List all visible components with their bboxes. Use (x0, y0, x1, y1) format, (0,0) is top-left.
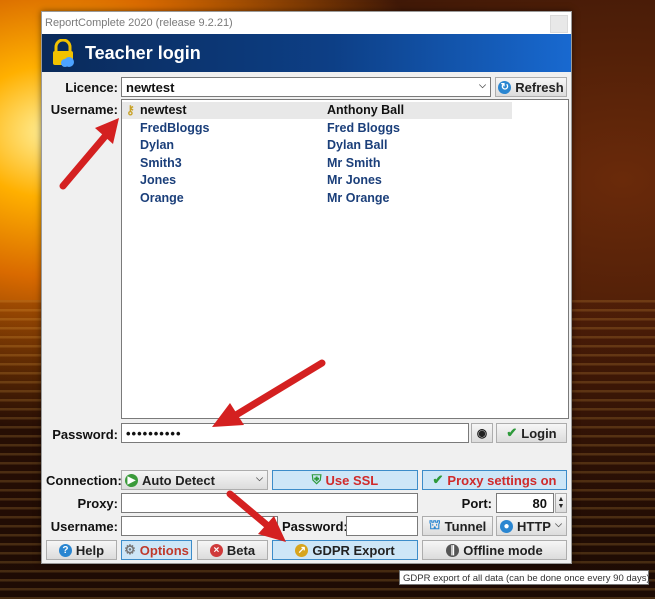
export-icon: ↗ (295, 543, 309, 557)
options-label: Options (139, 542, 189, 558)
tunnel-icon: ⛫ (428, 517, 441, 532)
user-fullname: Dylan Ball (327, 138, 388, 152)
username-label: Username: (50, 102, 118, 117)
login-label: Login (521, 425, 557, 441)
user-username: Smith3 (140, 156, 182, 170)
user-username: Orange (140, 191, 184, 205)
protocol-select[interactable]: ● HTTP ⌵ (496, 516, 567, 536)
help-label: Help (75, 542, 105, 558)
options-button[interactable]: ⚙ Options (121, 540, 192, 560)
help-icon: ? (58, 543, 72, 557)
port-value: 80 (532, 496, 547, 511)
user-fullname: Mr Jones (327, 173, 382, 187)
gdpr-export-button[interactable]: ↗ GDPR Export (272, 540, 418, 560)
login-window: ReportComplete 2020 (release 9.2.21) Tea… (41, 11, 572, 564)
port-input[interactable]: 80 (496, 493, 554, 513)
use-ssl-toggle[interactable]: ⛨ Use SSL (272, 470, 418, 490)
tunnel-label: Tunnel (444, 518, 487, 534)
licence-label: Licence: (65, 80, 118, 95)
user-fullname: Fred Bloggs (327, 121, 400, 135)
chevron-up-icon: ▲ (557, 496, 565, 503)
chevron-down-icon: ⌵ (555, 519, 562, 529)
eye-icon: ◉ (476, 426, 488, 440)
close-icon: × (209, 543, 223, 557)
show-password-button[interactable]: ◉ (471, 423, 493, 443)
port-label: Port: (461, 496, 492, 511)
proxy-input[interactable] (121, 493, 418, 513)
ssl-label: Use SSL (325, 472, 379, 488)
refresh-label: Refresh (515, 79, 564, 95)
help-button[interactable]: ? Help (46, 540, 117, 560)
refresh-icon: ↻ (498, 80, 512, 94)
chevron-down-icon: ▼ (557, 503, 565, 510)
user-list[interactable]: ⚷ newtest Anthony Ball FredBloggs Fred B… (121, 99, 569, 419)
chevron-down-icon: ⌵ (256, 473, 263, 483)
page-title: Teacher login (85, 43, 201, 63)
proxy-label: Proxy: (77, 496, 118, 511)
pause-icon: ∥ (446, 543, 460, 557)
offline-label: Offline mode (463, 542, 543, 558)
proxy-username-label: Username: (50, 519, 118, 534)
key-icon: ⚷ (126, 103, 135, 117)
play-icon: ▶ (125, 473, 138, 487)
port-stepper[interactable]: ▲ ▼ (555, 493, 567, 513)
shield-icon: ⛨ (311, 472, 322, 487)
login-button[interactable]: ✔ Login (496, 423, 567, 443)
window-title: ReportComplete 2020 (release 9.2.21) (45, 17, 233, 29)
proxy-username-input[interactable] (121, 516, 278, 536)
licence-value: newtest (126, 80, 175, 95)
password-value: •••••••••• (126, 426, 182, 441)
globe-icon: ● (500, 519, 513, 533)
proxy-password-label: Password: (282, 519, 348, 534)
chevron-down-icon: ⌵ (479, 80, 486, 90)
list-item[interactable]: Orange Mr Orange (122, 190, 512, 207)
licence-select[interactable]: newtest ⌵ (121, 77, 491, 97)
gdpr-label: GDPR Export (312, 542, 395, 558)
user-username: Dylan (140, 138, 175, 152)
window-control-button[interactable] (550, 15, 568, 33)
checkmark-icon: ✔ (506, 425, 518, 440)
user-username: Jones (140, 173, 177, 187)
list-item[interactable]: Dylan Dylan Ball (122, 137, 512, 154)
user-username: newtest (140, 103, 187, 117)
protocol-value: HTTP (517, 518, 551, 534)
list-item[interactable]: Smith3 Mr Smith (122, 155, 512, 172)
gear-icon: ⚙ (124, 542, 136, 557)
list-item[interactable]: FredBloggs Fred Bloggs (122, 120, 512, 137)
title-bar: ReportComplete 2020 (release 9.2.21) (42, 12, 571, 34)
password-input[interactable]: •••••••••• (121, 423, 469, 443)
refresh-button[interactable]: ↻ Refresh (495, 77, 567, 97)
proxy-password-input[interactable] (346, 516, 418, 536)
checkmark-icon: ✔ (432, 472, 444, 487)
lock-icon (53, 39, 74, 67)
connection-value: Auto Detect (142, 472, 215, 488)
header-banner: Teacher login (42, 34, 571, 72)
user-fullname: Anthony Ball (327, 103, 405, 117)
beta-button[interactable]: × Beta (197, 540, 268, 560)
password-label: Password: (52, 427, 118, 442)
connection-label: Connection: (46, 473, 122, 488)
user-fullname: Mr Smith (327, 156, 381, 170)
connection-select[interactable]: ▶ Auto Detect ⌵ (121, 470, 268, 490)
user-fullname: Mr Orange (327, 191, 390, 205)
offline-mode-button[interactable]: ∥ Offline mode (422, 540, 567, 560)
beta-label: Beta (226, 542, 256, 558)
proxy-settings-label: Proxy settings on (447, 472, 557, 488)
tooltip: GDPR export of all data (can be done onc… (399, 570, 652, 585)
tunnel-button[interactable]: ⛫ Tunnel (422, 516, 493, 536)
proxy-settings-toggle[interactable]: ✔ Proxy settings on (422, 470, 567, 490)
user-username: FredBloggs (140, 121, 210, 135)
list-item[interactable]: ⚷ newtest Anthony Ball (122, 102, 512, 119)
list-item[interactable]: Jones Mr Jones (122, 172, 512, 189)
